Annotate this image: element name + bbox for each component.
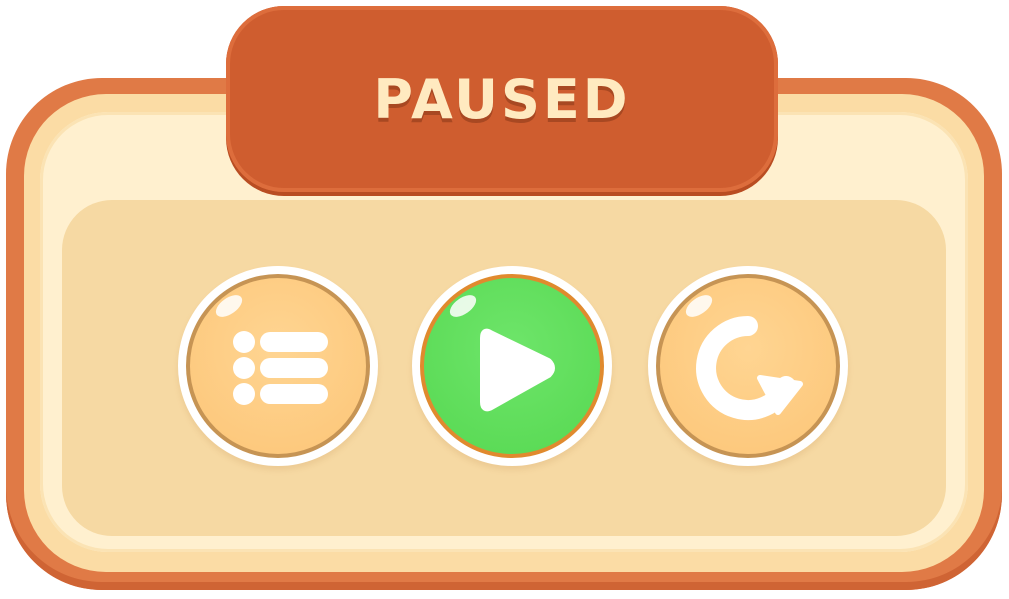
dialog-title: PAUSED — [373, 67, 631, 131]
restart-icon — [696, 316, 803, 420]
menu-list-icon — [233, 331, 328, 405]
menu-button[interactable] — [178, 266, 378, 466]
restart-button[interactable] — [648, 266, 848, 466]
play-icon — [480, 328, 555, 412]
pause-dialog-stage: PAUSED — [0, 0, 1009, 599]
play-button[interactable] — [412, 266, 612, 466]
